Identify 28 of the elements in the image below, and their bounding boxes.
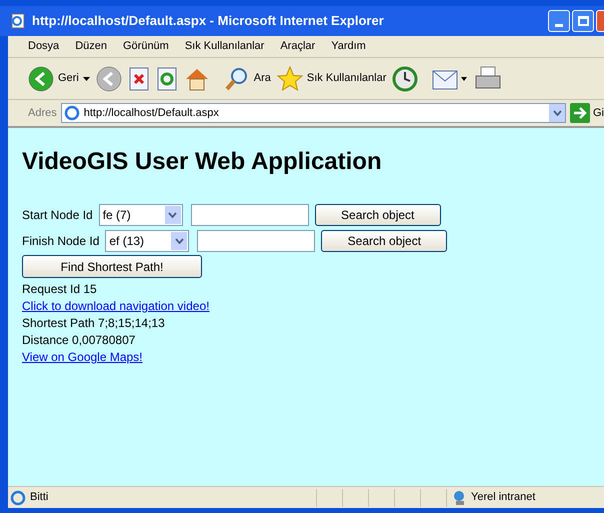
search-button[interactable]: Ara xyxy=(224,66,271,92)
field-label: Start Node Id xyxy=(22,207,93,224)
search-object-button[interactable]: Search object xyxy=(314,204,441,226)
favorites-button[interactable]: Sık Kullanılanlar xyxy=(276,66,386,92)
menu-item[interactable]: Düzen xyxy=(75,38,107,55)
result-text: Distance 0,00780807 xyxy=(22,332,136,349)
address-label: Adres xyxy=(28,106,57,121)
result-link[interactable]: View on Google Maps! xyxy=(22,350,143,364)
result-text: Shortest Path 7;8;15;14;13 xyxy=(22,315,166,332)
menu-item[interactable]: Görünüm xyxy=(122,38,169,55)
window-title: http://localhost/Default.aspx - Microsoft Internet Explorer xyxy=(32,12,385,30)
go-button[interactable]: Gi xyxy=(570,103,604,123)
field-label: Finish Node Id xyxy=(22,233,100,250)
menu-item[interactable]: Sık Kullanılanlar xyxy=(184,38,264,55)
status-text: Bitti xyxy=(30,490,50,506)
find-shortest-path-button[interactable]: Find Shortest Path! xyxy=(22,255,202,278)
result-text: Request Id 15 xyxy=(22,281,98,298)
result-link[interactable]: Click to download navigation video! xyxy=(22,299,210,313)
address-field[interactable]: http://localhost/Default.aspx xyxy=(60,103,566,123)
node-select[interactable]: ef (13) xyxy=(105,230,190,252)
menu-item[interactable]: Yardım xyxy=(331,38,366,55)
back-button[interactable]: Geri xyxy=(28,66,90,92)
node-select[interactable]: fe (7) xyxy=(98,204,183,226)
search-object-button[interactable]: Search object xyxy=(321,230,448,252)
menu-item[interactable]: Dosya xyxy=(28,38,60,55)
menu-item[interactable]: Araçlar xyxy=(280,38,316,55)
zone-text: Yerel intranet xyxy=(471,490,536,506)
page-heading: VideoGIS User Web Application xyxy=(22,147,383,177)
